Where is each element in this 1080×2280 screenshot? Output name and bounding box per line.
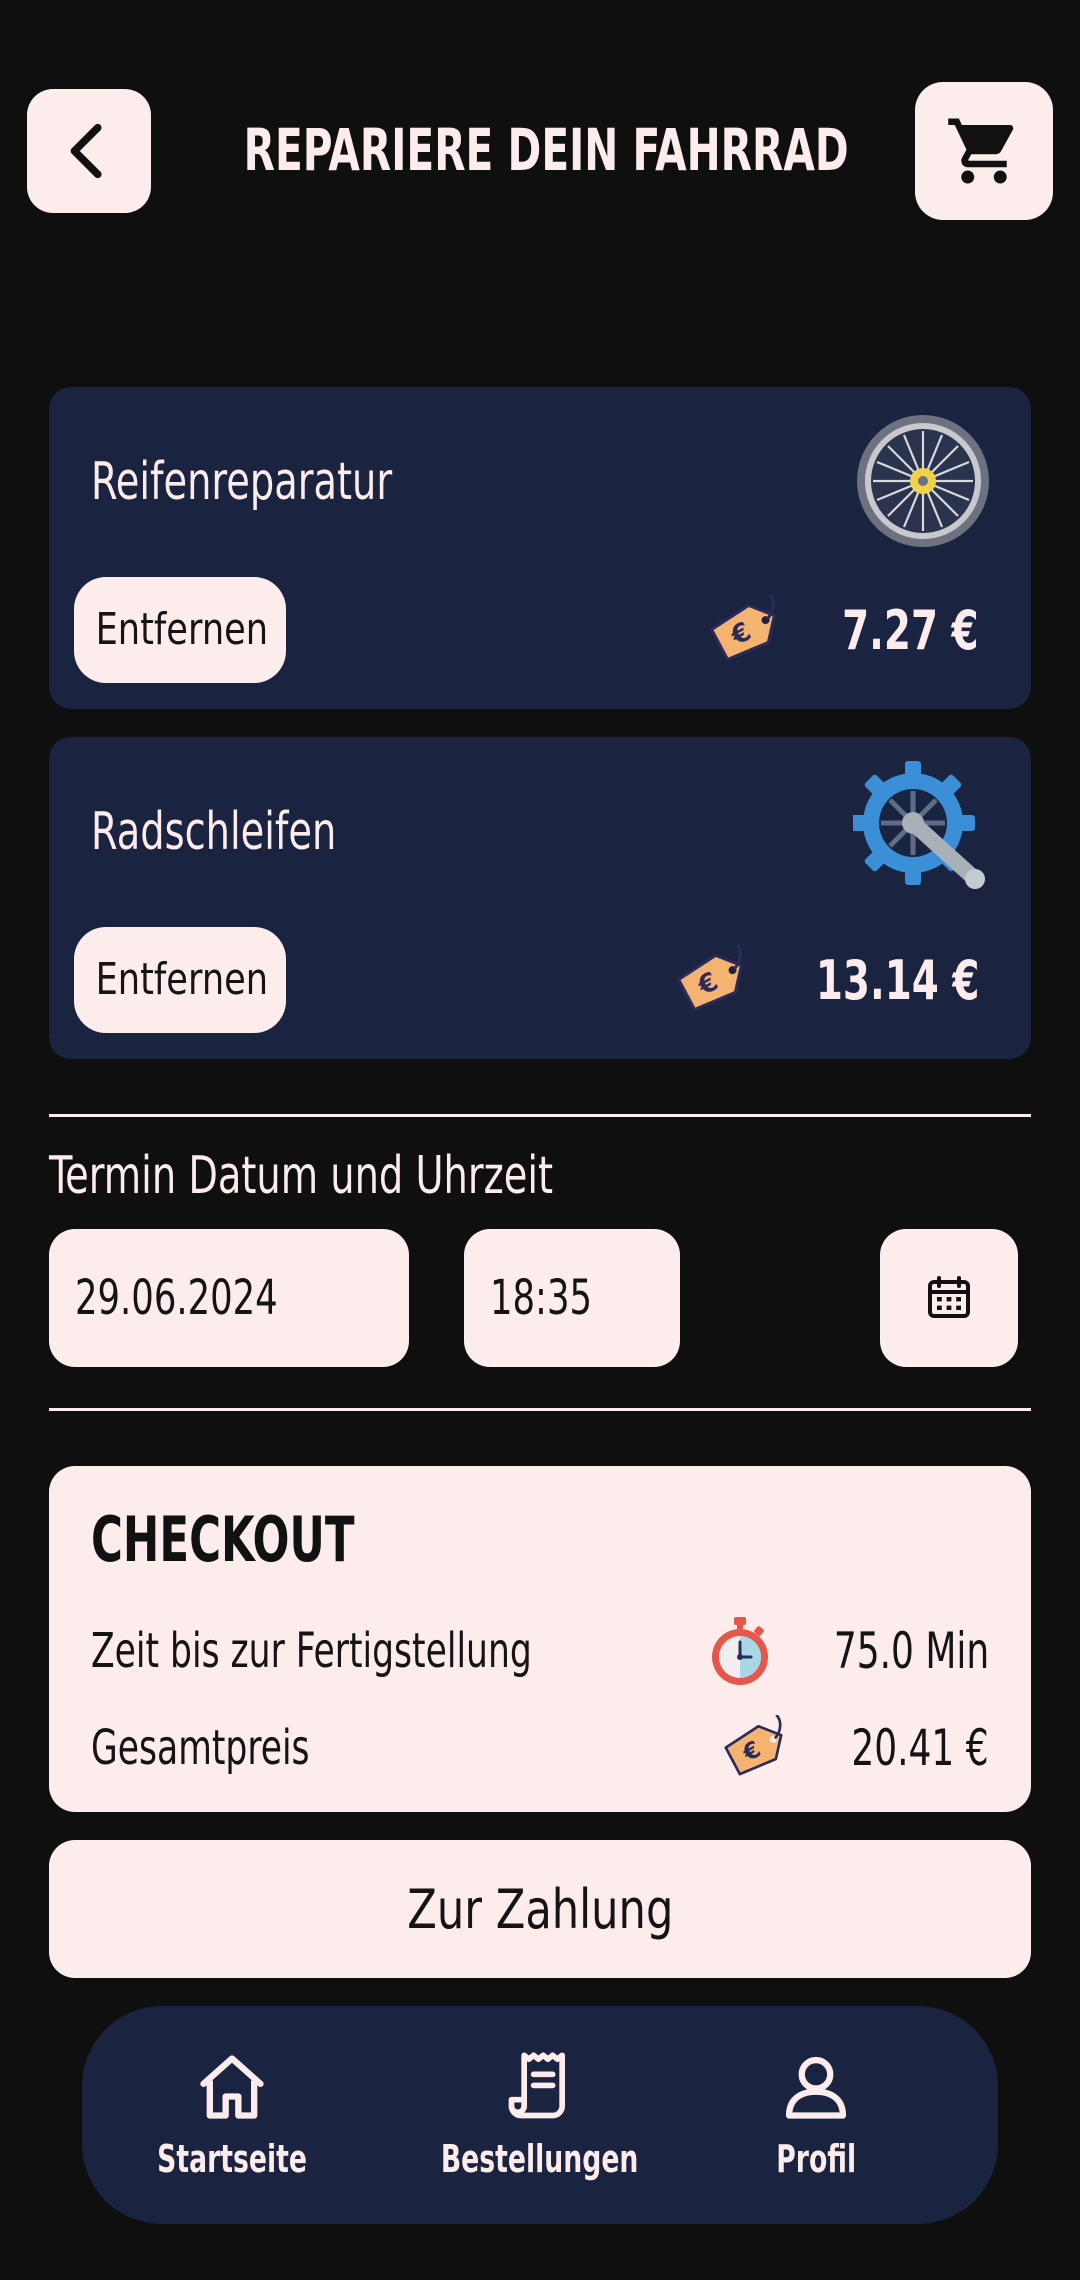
- home-icon: [200, 2055, 264, 2119]
- nav-label: Bestellungen: [441, 2137, 639, 2181]
- cart-button[interactable]: [915, 82, 1053, 220]
- back-button[interactable]: [27, 89, 151, 213]
- price-value: 7.27 €: [842, 598, 979, 662]
- stopwatch-icon: [711, 1617, 768, 1685]
- nav-item-home[interactable]: Startseite: [112, 2006, 352, 2224]
- service-name: Reifenreparatur: [91, 452, 393, 512]
- repair-cart-screen: REPARIERE DEIN FAHRRAD Reifenreparatur E…: [0, 0, 1080, 2280]
- total-price-value: 20.41 €: [851, 1719, 989, 1777]
- completion-time-value: 75.0 Min: [833, 1622, 989, 1680]
- price-tag-icon: €: [724, 1715, 783, 1776]
- nav-label: Profil: [776, 2137, 856, 2181]
- service-name: Radschleifen: [91, 802, 337, 862]
- nav-label: Startseite: [157, 2137, 307, 2181]
- price: € 13.14 €: [671, 935, 979, 1025]
- page-title: REPARIERE DEIN FAHRRAD: [243, 116, 849, 184]
- calendar-button[interactable]: [880, 1229, 1018, 1367]
- gear-crank-icon: [853, 761, 985, 889]
- calendar-icon: [928, 1276, 970, 1318]
- divider: [49, 1408, 1031, 1411]
- date-field[interactable]: 29.06.2024: [49, 1229, 409, 1367]
- checkout-title: CHECKOUT: [91, 1503, 355, 1576]
- bottom-navigation: Startseite Bestellungen Profil: [82, 2006, 998, 2224]
- divider: [49, 1114, 1031, 1117]
- pay-button[interactable]: Zur Zahlung: [49, 1840, 1031, 1978]
- appointment-label: Termin Datum und Uhrzeit: [49, 1146, 554, 1206]
- price-tag-icon: €: [710, 595, 777, 662]
- user-icon: [785, 2056, 847, 2119]
- checkout-card: CHECKOUT Zeit bis zur Fertigstellung 75.…: [49, 1466, 1031, 1812]
- bicycle-wheel-icon: [857, 415, 989, 547]
- nav-item-profile[interactable]: Profil: [696, 2006, 936, 2224]
- service-card: Radschleifen Entfernen € 13.14 €: [49, 737, 1031, 1059]
- receipt-icon: [508, 2052, 566, 2119]
- completion-time-row: Zeit bis zur Fertigstellung 75.0 Min: [91, 1611, 989, 1691]
- total-price-row: Gesamtpreis € 20.41 €: [91, 1708, 989, 1788]
- service-card: Reifenreparatur Entfernen € 7.27 €: [49, 387, 1031, 709]
- price: € 7.27 €: [704, 585, 979, 675]
- total-price-label: Gesamtpreis: [91, 1720, 310, 1776]
- chevron-left-icon: [70, 123, 102, 179]
- completion-time-label: Zeit bis zur Fertigstellung: [91, 1623, 532, 1679]
- price-value: 13.14 €: [815, 948, 980, 1012]
- remove-button[interactable]: Entfernen: [74, 927, 286, 1033]
- price-tag-icon: €: [676, 945, 743, 1012]
- nav-item-orders[interactable]: Bestellungen: [420, 2006, 660, 2224]
- shopping-cart-icon: [948, 118, 1014, 184]
- remove-button[interactable]: Entfernen: [74, 577, 286, 683]
- time-field[interactable]: 18:35: [464, 1229, 680, 1367]
